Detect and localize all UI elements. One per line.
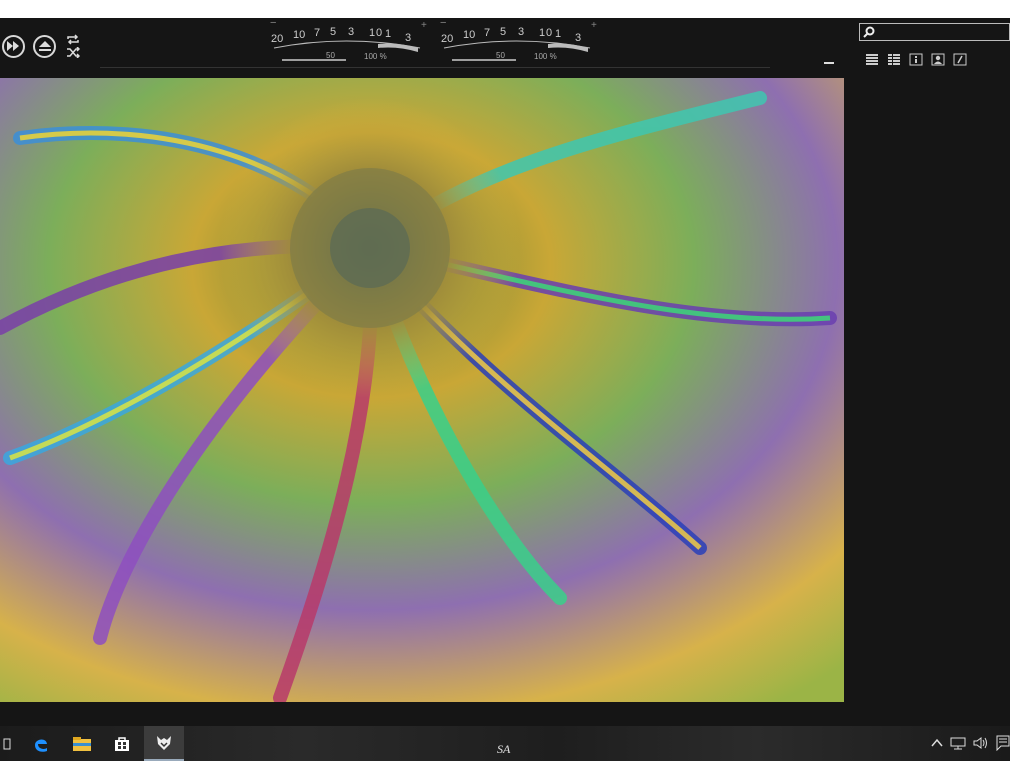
transport-controls	[2, 34, 80, 58]
fast-forward-button[interactable]	[2, 34, 25, 58]
lyrics-icon[interactable]	[953, 53, 967, 66]
media-player-window: − + 20 10 7 5 3 1 0 1 3 50 100 % − + 20 …	[0, 18, 1010, 726]
view-switcher	[865, 53, 967, 66]
media-player-app-icon	[157, 735, 171, 750]
vu-tick-label: 1	[385, 28, 391, 40]
vu-minus-label: −	[270, 20, 276, 29]
detail-view-icon[interactable]	[887, 53, 901, 66]
vu-plus-label: +	[421, 20, 427, 31]
search-input[interactable]	[875, 25, 999, 39]
vu-tick-label: 3	[575, 32, 581, 44]
vu-tick-label: 7	[484, 27, 490, 39]
volume-icon[interactable]	[973, 736, 989, 750]
vu-meter-right: − + 20 10 7 5 3 1 0 1 3 50 100 %	[438, 20, 598, 64]
list-view-icon[interactable]	[865, 53, 879, 66]
vu-tick-label: 5	[330, 26, 336, 38]
visualization-canvas[interactable]	[0, 78, 844, 702]
vu-tick-label: 20	[441, 33, 453, 45]
vu-tick-label: 10	[463, 29, 475, 41]
media-player-taskbar-button[interactable]	[144, 726, 184, 761]
vu-tick-label: 1	[555, 28, 561, 40]
task-view-button[interactable]	[0, 726, 14, 761]
vu-minus-label: −	[440, 20, 446, 29]
eject-icon	[38, 40, 51, 51]
header-divider	[100, 67, 770, 68]
store-icon	[115, 736, 129, 751]
minimize-icon[interactable]	[824, 62, 834, 64]
fast-forward-icon	[7, 41, 19, 51]
eject-button[interactable]	[33, 34, 56, 58]
vu-bottom-label: 50	[326, 51, 335, 60]
edge-icon	[35, 739, 47, 752]
windows-taskbar: SA	[0, 726, 1010, 761]
artist-icon[interactable]	[931, 53, 945, 66]
file-explorer-taskbar-button[interactable]	[64, 726, 100, 761]
network-icon[interactable]	[950, 736, 966, 750]
vu-tick-label: 1	[369, 27, 375, 39]
search-icon	[863, 26, 875, 38]
vu-tick-label: 3	[405, 32, 411, 44]
edge-taskbar-button[interactable]	[24, 726, 58, 761]
vu-tick-label: 20	[271, 33, 283, 45]
vu-tick-label: 5	[500, 26, 506, 38]
vu-tick-label: 1	[539, 27, 545, 39]
vu-bottom-label: 100 %	[364, 52, 387, 61]
vu-tick-label: 0	[376, 27, 382, 39]
task-view-icon	[3, 738, 11, 749]
vu-tick-label: 0	[546, 27, 552, 39]
shuffle-icon[interactable]	[66, 47, 80, 58]
notifications-icon[interactable]	[996, 735, 1010, 751]
file-explorer-icon	[73, 736, 91, 751]
vu-tick-label: 10	[293, 29, 305, 41]
vu-tick-label: 3	[518, 26, 524, 38]
wallpaper-signature: SA	[497, 742, 511, 756]
vu-tick-label: 7	[314, 27, 320, 39]
vu-bottom-label: 50	[496, 51, 505, 60]
info-icon[interactable]	[909, 53, 923, 66]
vu-plus-label: +	[591, 20, 597, 31]
chevron-up-icon[interactable]	[931, 738, 943, 748]
playback-mode-icons	[66, 34, 80, 58]
store-taskbar-button[interactable]	[104, 726, 140, 761]
vu-tick-label: 3	[348, 26, 354, 38]
search-box[interactable]	[859, 23, 1010, 41]
vu-bottom-label: 100 %	[534, 52, 557, 61]
vu-meter-left: − + 20 10 7 5 3 1 0 1 3 50 100 %	[268, 20, 428, 64]
system-tray	[931, 735, 1010, 751]
repeat-icon[interactable]	[66, 34, 80, 45]
